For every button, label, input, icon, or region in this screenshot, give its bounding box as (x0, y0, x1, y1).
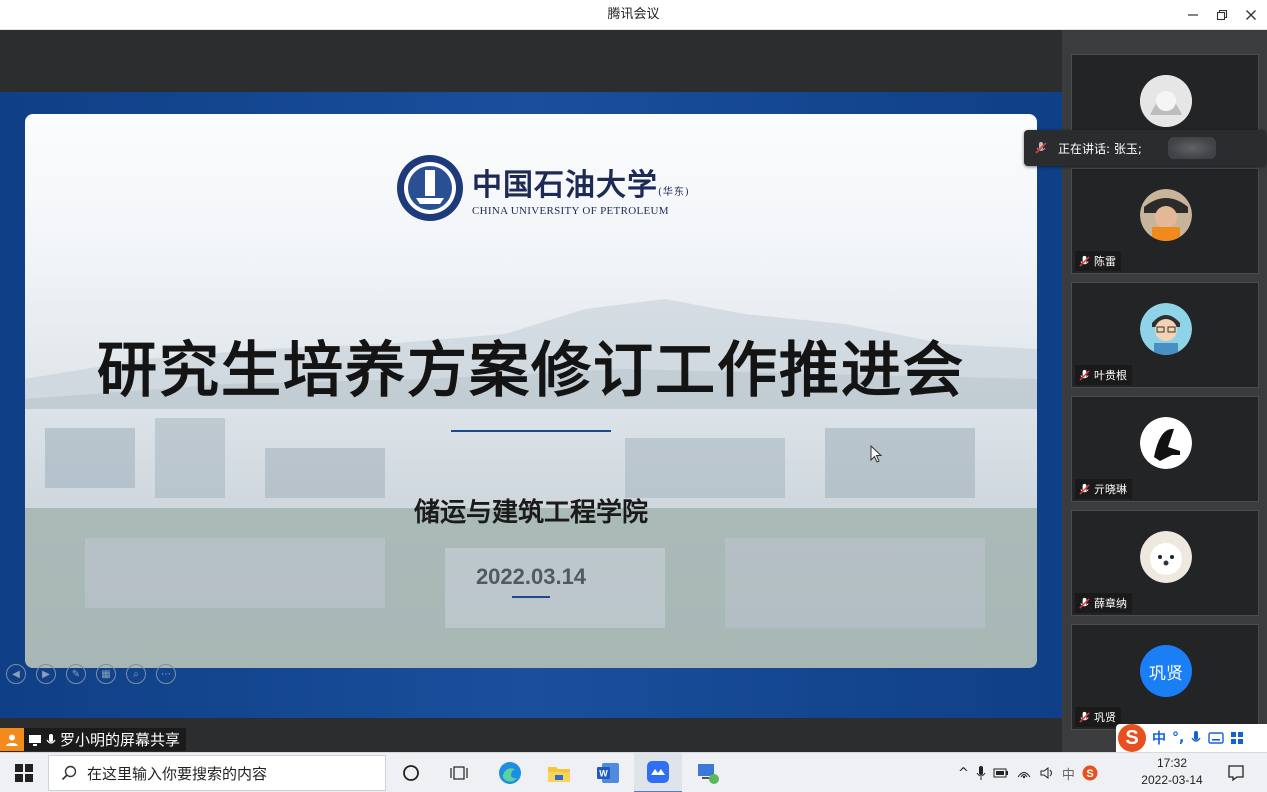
slide-college: 储运与建筑工程学院 (413, 498, 648, 528)
title-bar: 腾讯会议 (0, 0, 1267, 30)
close-icon (1246, 10, 1256, 20)
taskbar-clock[interactable]: 17:32 2022-03-14 (1128, 755, 1216, 791)
windows-taskbar: 在这里输入你要搜索的内容 W ^ 中 S 17:32 2022-03-14 (0, 752, 1267, 792)
cartoon-man-avatar (1140, 303, 1192, 355)
file-explorer-taskbar-button[interactable] (535, 753, 583, 792)
mic-muted-icon (1079, 255, 1090, 267)
logo-english-name: CHINA UNIVERSITY OF PETROLEUM (472, 204, 669, 217)
window-title: 腾讯会议 (607, 7, 660, 22)
user-icon (0, 728, 24, 751)
slides-grid-icon[interactable]: ▦ (96, 664, 116, 684)
slide-date: 2022.03.14 (475, 564, 587, 589)
participant-name-tag: 陈雷 (1075, 251, 1121, 271)
screen-share-icon (29, 734, 41, 746)
participant-name-tag: 薛章纳 (1075, 593, 1132, 613)
screen-share-label: 罗小明的屏幕共享 (0, 728, 187, 751)
mic-muted-icon (1079, 483, 1090, 495)
speaking-indicator: 正在讲话: 张玉; (1024, 130, 1266, 166)
toolbox-icon[interactable] (1230, 731, 1244, 745)
participant-name-tag: 亓晓琳 (1075, 479, 1132, 499)
search-placeholder: 在这里输入你要搜索的内容 (87, 764, 268, 783)
slide-title: 研究生培养方案修订工作推进会 (97, 336, 965, 406)
search-icon (61, 765, 77, 781)
mic-muted-icon (1079, 369, 1090, 381)
anime-girl-avatar (1140, 75, 1192, 127)
mic-muted-icon (1079, 597, 1090, 609)
show-hidden-icons-icon[interactable]: ^ (958, 766, 969, 781)
tencent-meeting-taskbar-button[interactable] (634, 753, 682, 792)
participant-name-tag: 叶贵根 (1075, 365, 1132, 385)
university-logo: 中国石油大学(华东) CHINA UNIVERSITY OF PETROLEUM (396, 154, 690, 222)
close-button[interactable] (1237, 0, 1265, 30)
notification-center-button[interactable] (1216, 753, 1256, 792)
restore-button[interactable] (1208, 0, 1236, 30)
share-owner-label: 罗小明的屏幕共享 (60, 731, 181, 749)
sogou-logo-icon[interactable]: S (1118, 724, 1146, 752)
wifi-icon[interactable] (1016, 766, 1032, 780)
edge-taskbar-button[interactable] (486, 753, 534, 792)
speaking-text: 正在讲话: 张玉; (1058, 141, 1142, 156)
word-icon: W (597, 763, 619, 783)
university-seal-icon (397, 155, 463, 221)
ime-punct[interactable]: °, (1172, 730, 1184, 746)
edge-browser-icon (499, 762, 521, 784)
folder-icon (548, 767, 570, 782)
blurred-name (1167, 137, 1216, 159)
sogou-tray-icon[interactable]: S (1082, 765, 1098, 781)
next-slide-icon[interactable]: ▶ (36, 664, 56, 684)
title-divider (451, 430, 611, 432)
presentation-slide: 中国石油大学(华东) CHINA UNIVERSITY OF PETROLEUM… (25, 114, 1037, 668)
participant-tile[interactable]: 薛章纳 (1071, 510, 1259, 616)
logo-chinese-name: 中国石油大学(华东) (472, 167, 690, 203)
ime-toolbar: S 中 °, (1116, 724, 1267, 752)
zoom-icon[interactable]: ⌕ (126, 664, 146, 684)
system-tray: ^ 中 S (958, 753, 1098, 792)
slideshow-controls: ◀ ▶ ✎ ▦ ⌕ ⋯ (6, 664, 176, 684)
minimize-icon (1188, 14, 1198, 16)
taskbar-search[interactable]: 在这里输入你要搜索的内容 (48, 755, 386, 791)
participant-tile[interactable]: 巩贤 巩贤 (1071, 624, 1259, 730)
task-view-button[interactable] (435, 753, 483, 792)
screen-share-area: 中国石油大学(华东) CHINA UNIVERSITY OF PETROLEUM… (0, 30, 1062, 752)
participant-name-tag: 巩贤 (1075, 707, 1121, 727)
more-options-icon[interactable]: ⋯ (156, 664, 176, 684)
minimize-button[interactable] (1179, 0, 1207, 30)
puppy-avatar (1140, 531, 1192, 583)
mic-muted-icon (1035, 142, 1047, 154)
mic-muted-icon (1079, 711, 1090, 723)
pen-tool-icon[interactable]: ✎ (66, 664, 86, 684)
word-taskbar-button[interactable]: W (584, 753, 632, 792)
task-view-icon (450, 766, 468, 780)
previous-slide-icon[interactable]: ◀ (6, 664, 26, 684)
battery-icon[interactable] (993, 767, 1009, 779)
ink-art-avatar (1140, 417, 1192, 469)
text-avatar: 巩贤 (1140, 645, 1192, 697)
start-button[interactable] (0, 753, 48, 792)
mouse-cursor-icon (870, 445, 883, 463)
keyboard-icon[interactable] (1208, 732, 1225, 744)
participant-tile[interactable]: 叶贵根 (1071, 282, 1259, 388)
cortana-icon (403, 765, 419, 781)
participant-tile[interactable]: 陈雷 (1071, 168, 1259, 274)
microphone-icon (46, 733, 56, 744)
tencent-meeting-icon (647, 761, 669, 783)
clock-date: 2022-03-14 (1141, 773, 1203, 787)
svg-text:S: S (1086, 768, 1093, 780)
microphone-tray-icon[interactable] (976, 765, 986, 781)
volume-icon[interactable] (1039, 766, 1055, 780)
network-monitor-icon (698, 764, 719, 784)
ime-mode[interactable]: 中 (1152, 728, 1166, 748)
svg-text:W: W (599, 769, 608, 779)
clock-time: 17:32 (1156, 756, 1188, 770)
date-divider (512, 596, 550, 598)
voice-input-icon[interactable] (1190, 730, 1202, 746)
network-app-taskbar-button[interactable] (684, 753, 732, 792)
participant-tile[interactable]: 亓晓琳 (1071, 396, 1259, 502)
notification-icon (1228, 765, 1244, 782)
input-language-indicator[interactable]: 中 (1062, 764, 1075, 783)
windows-logo-icon (15, 764, 33, 782)
restore-icon (1216, 9, 1228, 21)
cortana-button[interactable] (387, 753, 435, 792)
child-avatar (1140, 189, 1192, 241)
